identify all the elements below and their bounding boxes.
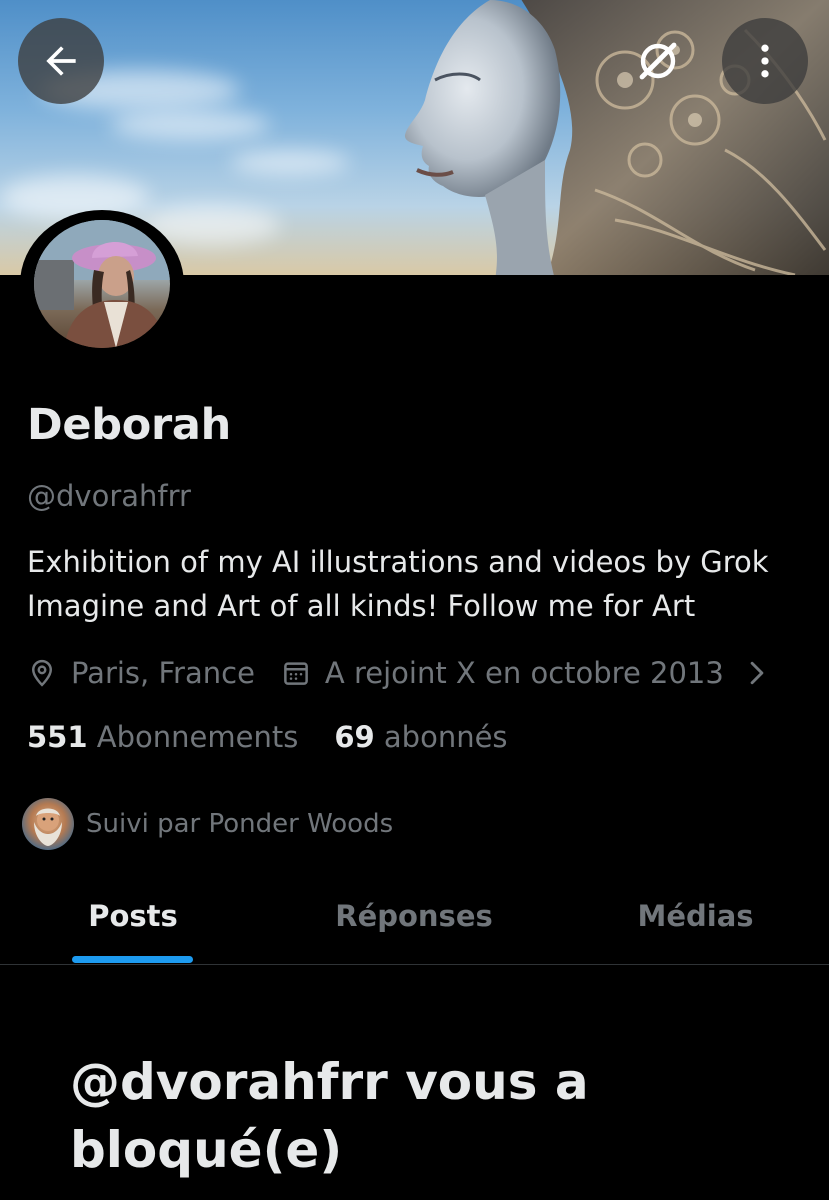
- profile-bio: Exhibition of my AI illustrations and vi…: [27, 545, 769, 623]
- followed-by-text: Suivi par Ponder Woods: [86, 809, 394, 839]
- follower-avatar: [22, 798, 74, 850]
- avatar-photo: [34, 220, 170, 348]
- grok-button[interactable]: [615, 18, 701, 104]
- blocked-message: @dvorahfrr vous a bloqué(e): [70, 1053, 589, 1179]
- profile-handle: @dvorahfrr: [27, 479, 191, 513]
- following-link[interactable]: 551 Abonnements: [27, 720, 298, 754]
- more-vertical-icon: [761, 44, 769, 78]
- followers-count: 69: [334, 720, 375, 754]
- arrow-left-icon: [46, 46, 76, 76]
- active-tab-indicator: [72, 956, 193, 963]
- tab-replies[interactable]: Réponses: [276, 868, 552, 964]
- followed-by[interactable]: Suivi par Ponder Woods: [22, 798, 393, 850]
- profile-joined-date[interactable]: A rejoint X en octobre 2013: [325, 656, 724, 690]
- following-count: 551: [27, 720, 88, 754]
- followers-label: abonnés: [383, 720, 508, 754]
- tab-posts[interactable]: Posts: [0, 868, 266, 964]
- profile-meta: Paris, France A rejoint X en octobre 201…: [27, 653, 768, 693]
- profile-location: Paris, France: [71, 656, 255, 690]
- profile-stats: 551 Abonnements 69 abonnés: [27, 720, 508, 754]
- profile-tabs: Posts Réponses Médias: [0, 868, 829, 965]
- location-pin-icon: [27, 658, 57, 688]
- back-button[interactable]: [18, 18, 104, 104]
- calendar-icon: [281, 658, 311, 688]
- chevron-right-icon[interactable]: [746, 660, 768, 686]
- more-options-button[interactable]: [722, 18, 808, 104]
- profile-name: Deborah: [27, 400, 231, 450]
- grok-icon: [639, 42, 677, 80]
- tab-media[interactable]: Médias: [562, 868, 829, 964]
- profile-avatar[interactable]: [20, 210, 184, 358]
- following-label: Abonnements: [96, 720, 299, 754]
- followers-link[interactable]: 69 abonnés: [334, 720, 507, 754]
